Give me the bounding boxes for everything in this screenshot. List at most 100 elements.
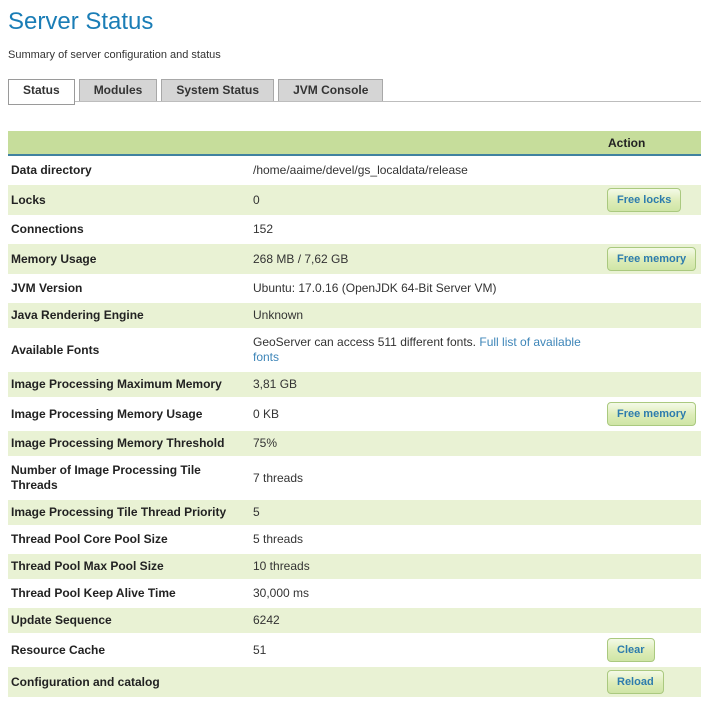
free-memory-button[interactable]: Free memory — [607, 402, 696, 426]
row-value-text: Ubuntu: 17.0.16 (OpenJDK 64-Bit Server V… — [253, 281, 496, 295]
row-label: Update Sequence — [8, 608, 250, 633]
table-row: Connections152 — [8, 217, 701, 242]
row-action — [600, 276, 701, 301]
row-action — [600, 581, 701, 606]
row-value: Ubuntu: 17.0.16 (OpenJDK 64-Bit Server V… — [250, 276, 600, 301]
row-value-text: 7 threads — [253, 471, 303, 485]
row-action: Reload — [600, 667, 701, 697]
row-value-text: 0 KB — [253, 407, 279, 421]
row-label: Memory Usage — [8, 244, 250, 274]
row-value-text: Unknown — [253, 308, 303, 322]
row-value-text: GeoServer can access 511 different fonts… — [253, 335, 476, 349]
page-subtitle: Summary of server configuration and stat… — [8, 49, 701, 61]
row-value: 75% — [250, 431, 600, 456]
table-row: Image Processing Tile Thread Priority5 — [8, 500, 701, 525]
row-action — [600, 158, 701, 183]
row-value-text: 51 — [253, 643, 266, 657]
row-action — [600, 303, 701, 328]
row-value: GeoServer can access 511 different fonts… — [250, 330, 600, 370]
table-row: Image Processing Maximum Memory3,81 GB — [8, 372, 701, 397]
header-value-column — [250, 131, 600, 156]
table-row: Available FontsGeoServer can access 511 … — [8, 330, 701, 370]
row-label: Thread Pool Keep Alive Time — [8, 581, 250, 606]
header-label-column — [8, 131, 250, 156]
row-label: Data directory — [8, 158, 250, 183]
row-value: 5 threads — [250, 527, 600, 552]
row-action — [600, 554, 701, 579]
row-action — [600, 527, 701, 552]
row-value: 152 — [250, 217, 600, 242]
row-label: Configuration and catalog — [8, 667, 250, 697]
row-value — [250, 667, 600, 697]
row-action: Free memory — [600, 399, 701, 429]
row-label: Number of Image Processing Tile Threads — [8, 458, 250, 498]
table-row: Data directory/home/aaime/devel/gs_local… — [8, 158, 701, 183]
row-value: 6242 — [250, 608, 600, 633]
row-value-text: 268 MB / 7,62 GB — [253, 252, 348, 266]
row-label: Image Processing Memory Usage — [8, 399, 250, 429]
tab-jvm-console[interactable]: JVM Console — [278, 79, 383, 101]
row-label: Connections — [8, 217, 250, 242]
row-value: Unknown — [250, 303, 600, 328]
row-value: 5 — [250, 500, 600, 525]
table-row: Thread Pool Core Pool Size5 threads — [8, 527, 701, 552]
row-label: Locks — [8, 185, 250, 215]
row-value-text: /home/aaime/devel/gs_localdata/release — [253, 163, 468, 177]
tab-status[interactable]: Status — [8, 79, 75, 105]
tab-system-status[interactable]: System Status — [161, 79, 274, 101]
row-action: Free locks — [600, 185, 701, 215]
row-value: 7 threads — [250, 458, 600, 498]
row-action — [600, 500, 701, 525]
row-value-text: 152 — [253, 222, 273, 236]
table-header: Action — [8, 131, 701, 156]
free-locks-button[interactable]: Free locks — [607, 188, 681, 212]
row-value: 268 MB / 7,62 GB — [250, 244, 600, 274]
row-value-text: 5 — [253, 505, 260, 519]
tab-modules[interactable]: Modules — [79, 79, 158, 101]
row-action: Clear — [600, 635, 701, 665]
tab-bar: StatusModulesSystem StatusJVM Console — [8, 78, 701, 102]
row-value-text: 5 threads — [253, 532, 303, 546]
row-value: 51 — [250, 635, 600, 665]
table-row: Image Processing Memory Threshold75% — [8, 431, 701, 456]
status-table-body: Data directory/home/aaime/devel/gs_local… — [8, 158, 701, 697]
row-value-text: 6242 — [253, 613, 280, 627]
header-action-column: Action — [600, 131, 701, 156]
table-row: Locks0 Free locks — [8, 185, 701, 215]
table-row: Memory Usage268 MB / 7,62 GB Free memory — [8, 244, 701, 274]
page-title: Server Status — [8, 8, 701, 36]
row-action — [600, 431, 701, 456]
row-value: /home/aaime/devel/gs_localdata/release — [250, 158, 600, 183]
table-row: Java Rendering EngineUnknown — [8, 303, 701, 328]
server-status-table: Action Data directory/home/aaime/devel/g… — [8, 129, 701, 699]
row-label: JVM Version — [8, 276, 250, 301]
table-row: Image Processing Memory Usage0 KB Free me… — [8, 399, 701, 429]
row-value: 10 threads — [250, 554, 600, 579]
row-action — [600, 458, 701, 498]
reload-button[interactable]: Reload — [607, 670, 664, 694]
row-value: 30,000 ms — [250, 581, 600, 606]
row-label: Image Processing Tile Thread Priority — [8, 500, 250, 525]
row-label: Available Fonts — [8, 330, 250, 370]
row-value: 0 KB — [250, 399, 600, 429]
row-value: 0 — [250, 185, 600, 215]
row-value-text: 30,000 ms — [253, 586, 309, 600]
table-row: Update Sequence6242 — [8, 608, 701, 633]
table-row: JVM VersionUbuntu: 17.0.16 (OpenJDK 64-B… — [8, 276, 701, 301]
row-action: Free memory — [600, 244, 701, 274]
table-row: Number of Image Processing Tile Threads7… — [8, 458, 701, 498]
table-row: Thread Pool Keep Alive Time30,000 ms — [8, 581, 701, 606]
row-value-text: 0 — [253, 193, 260, 207]
row-label: Resource Cache — [8, 635, 250, 665]
row-label: Thread Pool Max Pool Size — [8, 554, 250, 579]
row-action — [600, 217, 701, 242]
row-label: Thread Pool Core Pool Size — [8, 527, 250, 552]
row-label: Image Processing Memory Threshold — [8, 431, 250, 456]
row-value: 3,81 GB — [250, 372, 600, 397]
server-status-page: Server Status Summary of server configur… — [0, 0, 709, 719]
free-memory-button[interactable]: Free memory — [607, 247, 696, 271]
clear-button[interactable]: Clear — [607, 638, 655, 662]
row-value-text: 3,81 GB — [253, 377, 297, 391]
table-row: Configuration and catalog Reload — [8, 667, 701, 697]
row-action — [600, 372, 701, 397]
